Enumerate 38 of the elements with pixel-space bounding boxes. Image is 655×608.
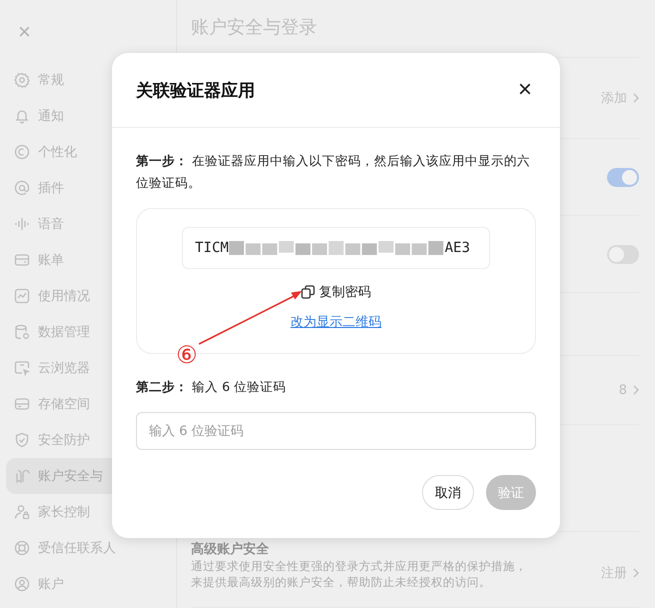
gear-icon — [14, 72, 30, 88]
drive-icon — [14, 396, 30, 412]
person-lock-icon — [14, 504, 30, 520]
cancel-button[interactable]: 取消 — [422, 475, 474, 510]
secret-suffix: AE3 — [444, 240, 470, 256]
sidebar-item[interactable]: 语音 — [6, 206, 170, 242]
card-icon — [14, 252, 30, 268]
annotation-number: ⑥ — [176, 341, 198, 369]
chevron-icon — [633, 93, 639, 103]
sidebar-item[interactable]: 受信任联系人 — [6, 530, 170, 566]
shield-icon — [14, 432, 30, 448]
chart-icon — [14, 288, 30, 304]
close-button[interactable]: × — [14, 20, 35, 44]
close-button[interactable]: × — [514, 78, 536, 102]
waveform-icon — [14, 216, 30, 232]
at-sign-icon — [14, 180, 30, 196]
secret-prefix: TICM — [195, 240, 229, 256]
qr-code-link[interactable]: 改为显示二维码 — [290, 313, 382, 331]
bell-icon — [14, 108, 30, 124]
copy-icon — [301, 285, 315, 299]
database-icon — [14, 324, 30, 340]
step-text: 第二步： 输入 6 位验证码 — [136, 378, 287, 396]
sidebar-item[interactable]: 数据管理 — [6, 314, 170, 350]
setting-description: 通过要求使用安全性更强的登录方式并应用更严格的保护措施，来提供最高级别的账户安全，帮助防止未经授权的访问。 — [191, 558, 528, 590]
sidebar-item[interactable]: 使用情况 — [6, 278, 170, 314]
chevron-icon — [633, 568, 639, 578]
sidebar-item[interactable]: 家长控制 — [6, 494, 170, 530]
toggle-switch[interactable] — [607, 168, 639, 186]
chevron-icon — [633, 385, 639, 395]
lifebuoy-icon — [14, 540, 30, 556]
sidebar-item[interactable]: 账单 — [6, 242, 170, 278]
sidebar-item[interactable]: 账户 — [6, 566, 170, 602]
copy-button[interactable]: 复制密码 — [301, 283, 371, 301]
setting-title: 高级账户安全 — [191, 540, 270, 558]
input-field[interactable]: 输入 6 位验证码 — [136, 412, 536, 450]
browser-icon — [14, 360, 30, 376]
user-icon — [14, 576, 30, 592]
step-text: 第一步： 在验证器应用中输入以下密码，然后输入该应用中显示的六位验证码。 — [136, 152, 531, 192]
